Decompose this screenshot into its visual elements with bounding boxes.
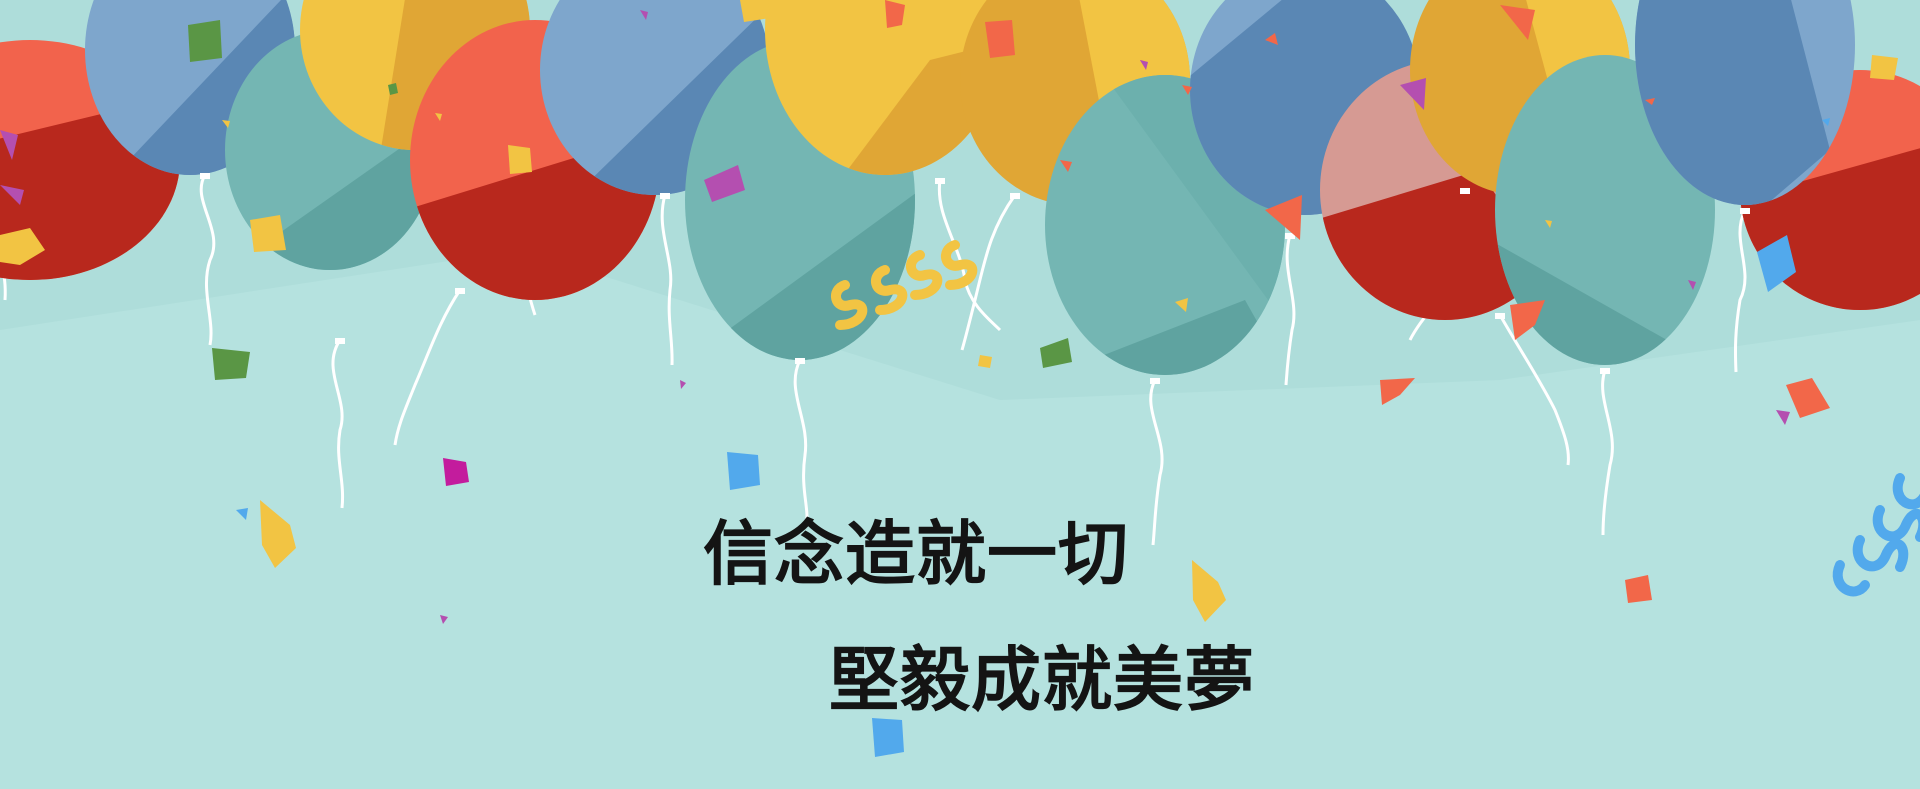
slogan-line-2: 堅毅成就美夢: [829, 639, 1255, 721]
slogan-line-1: 信念造就一切: [703, 513, 1129, 595]
celebration-banner: 信念造就一切 堅毅成就美夢: [0, 0, 1920, 789]
